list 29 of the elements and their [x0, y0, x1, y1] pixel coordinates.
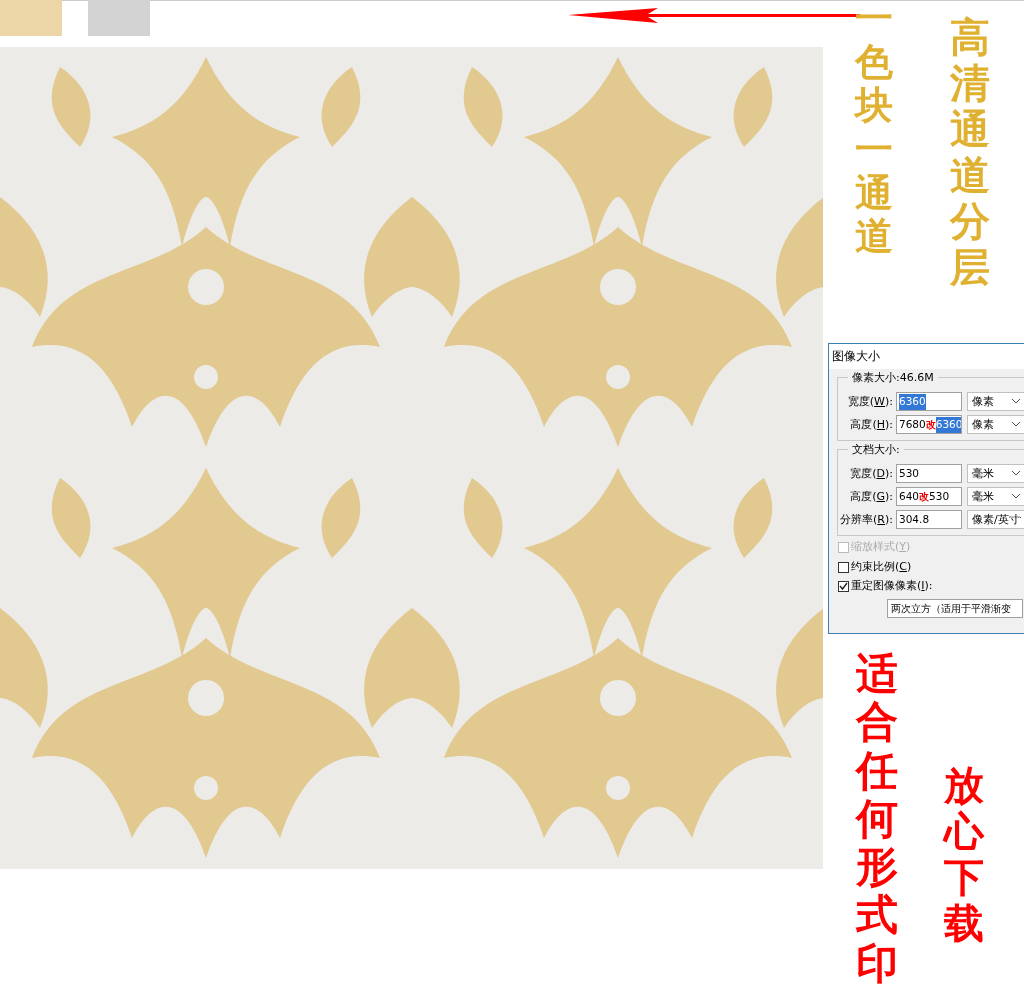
field-label: 分辨率(R):: [840, 511, 894, 528]
caption-text: 放心下载: [944, 762, 984, 946]
chevron-down-icon: [1012, 494, 1020, 500]
unit-dropdown[interactable]: 像素: [967, 392, 1024, 412]
caption-text: 高清通道分层: [950, 14, 990, 290]
input-field[interactable]: 6360: [896, 392, 962, 412]
chevron-down-icon: [1012, 422, 1020, 428]
caption-text: 适合任何形式印: [856, 650, 898, 989]
field-label: 宽度(D):: [849, 465, 894, 482]
field-label: 高度(H):: [849, 416, 894, 433]
input-field[interactable]: 530: [896, 464, 962, 484]
field-label: 宽度(W):: [846, 393, 894, 410]
checkbox[interactable]: [838, 561, 849, 573]
chevron-down-icon: [1012, 399, 1020, 405]
chevron-down-icon: [1012, 471, 1020, 477]
input-field[interactable]: 304.8: [896, 510, 962, 530]
unit-dropdown[interactable]: 像素/英寸: [967, 510, 1024, 530]
resample-dropdown[interactable]: 两次立方（适用于平滑渐变: [887, 598, 1023, 618]
checkbox-label: 约束比例(C): [851, 558, 912, 575]
checkbox[interactable]: [838, 581, 849, 592]
checkbox-label: 缩放样式(Y): [851, 539, 911, 556]
input-field[interactable]: 640改530: [896, 487, 962, 507]
unit-dropdown[interactable]: 毫米: [967, 487, 1024, 507]
field-label: 高度(G):: [849, 488, 894, 505]
unit-dropdown[interactable]: 像素: [967, 415, 1024, 435]
checkbox-label: 重定图像像素(I):: [851, 578, 933, 595]
unit-dropdown[interactable]: 毫米: [967, 464, 1024, 484]
dialog-title: 图像大小: [829, 344, 1024, 370]
caption-text: 一色块一通道: [855, 0, 893, 259]
